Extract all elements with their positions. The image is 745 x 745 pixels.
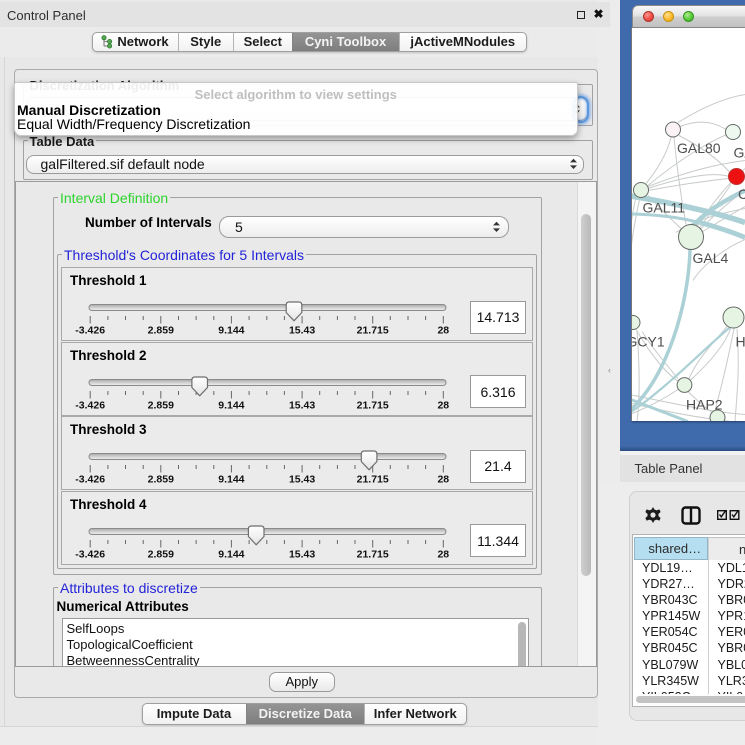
svg-text:21.715: 21.715 bbox=[357, 399, 389, 411]
svg-text:-3.426: -3.426 bbox=[75, 548, 105, 560]
svg-text:28: 28 bbox=[437, 548, 449, 560]
svg-text:CAL: CAL bbox=[738, 186, 745, 202]
svg-text:28: 28 bbox=[437, 474, 449, 486]
svg-text:21.715: 21.715 bbox=[357, 548, 389, 560]
svg-text:HIS: HIS bbox=[736, 333, 745, 349]
svg-text:9.144: 9.144 bbox=[218, 325, 244, 337]
svg-text:2.859: 2.859 bbox=[148, 474, 174, 486]
svg-text:15.43: 15.43 bbox=[289, 399, 315, 411]
svg-text:GAL2: GAL2 bbox=[734, 144, 745, 160]
svg-text:-3.426: -3.426 bbox=[75, 399, 105, 411]
svg-text:2.859: 2.859 bbox=[148, 325, 174, 337]
svg-text:21.715: 21.715 bbox=[357, 325, 389, 337]
svg-text:GAL4: GAL4 bbox=[693, 250, 729, 266]
svg-text:15.43: 15.43 bbox=[289, 548, 315, 560]
svg-text:9.144: 9.144 bbox=[218, 548, 244, 560]
svg-text:GAL80: GAL80 bbox=[677, 140, 721, 156]
svg-text:9.144: 9.144 bbox=[218, 474, 244, 486]
svg-text:GCY1: GCY1 bbox=[632, 333, 665, 349]
svg-text:-3.426: -3.426 bbox=[75, 474, 105, 486]
svg-text:-3.426: -3.426 bbox=[75, 325, 105, 337]
svg-text:28: 28 bbox=[437, 399, 449, 411]
svg-text:15.43: 15.43 bbox=[289, 325, 315, 337]
svg-text:21.715: 21.715 bbox=[357, 474, 389, 486]
svg-text:GAL11: GAL11 bbox=[643, 199, 686, 215]
svg-text:HAP2: HAP2 bbox=[686, 396, 723, 412]
svg-text:9.144: 9.144 bbox=[218, 399, 244, 411]
svg-text:28: 28 bbox=[437, 325, 449, 337]
svg-text:15.43: 15.43 bbox=[289, 474, 315, 486]
svg-text:2.859: 2.859 bbox=[148, 399, 174, 411]
svg-text:2.859: 2.859 bbox=[148, 548, 174, 560]
